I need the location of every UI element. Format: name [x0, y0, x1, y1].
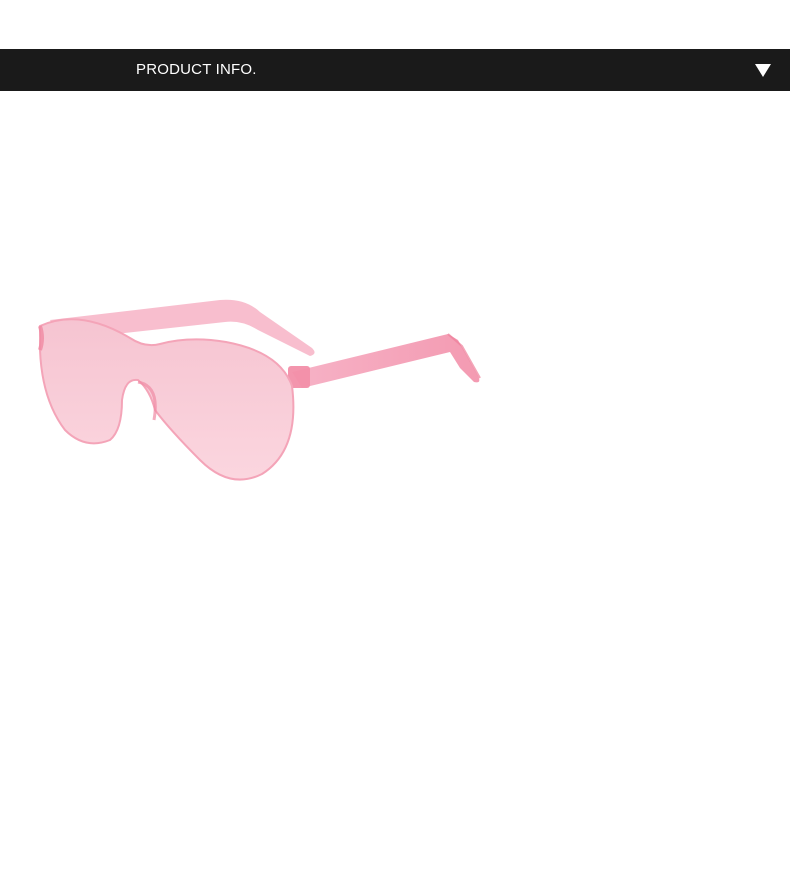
sunglasses-image: [30, 290, 490, 490]
triangle-down-icon[interactable]: [754, 62, 772, 78]
section-title: PRODUCT INFO.: [136, 61, 257, 78]
product-info-header[interactable]: PRODUCT INFO.: [0, 49, 790, 91]
